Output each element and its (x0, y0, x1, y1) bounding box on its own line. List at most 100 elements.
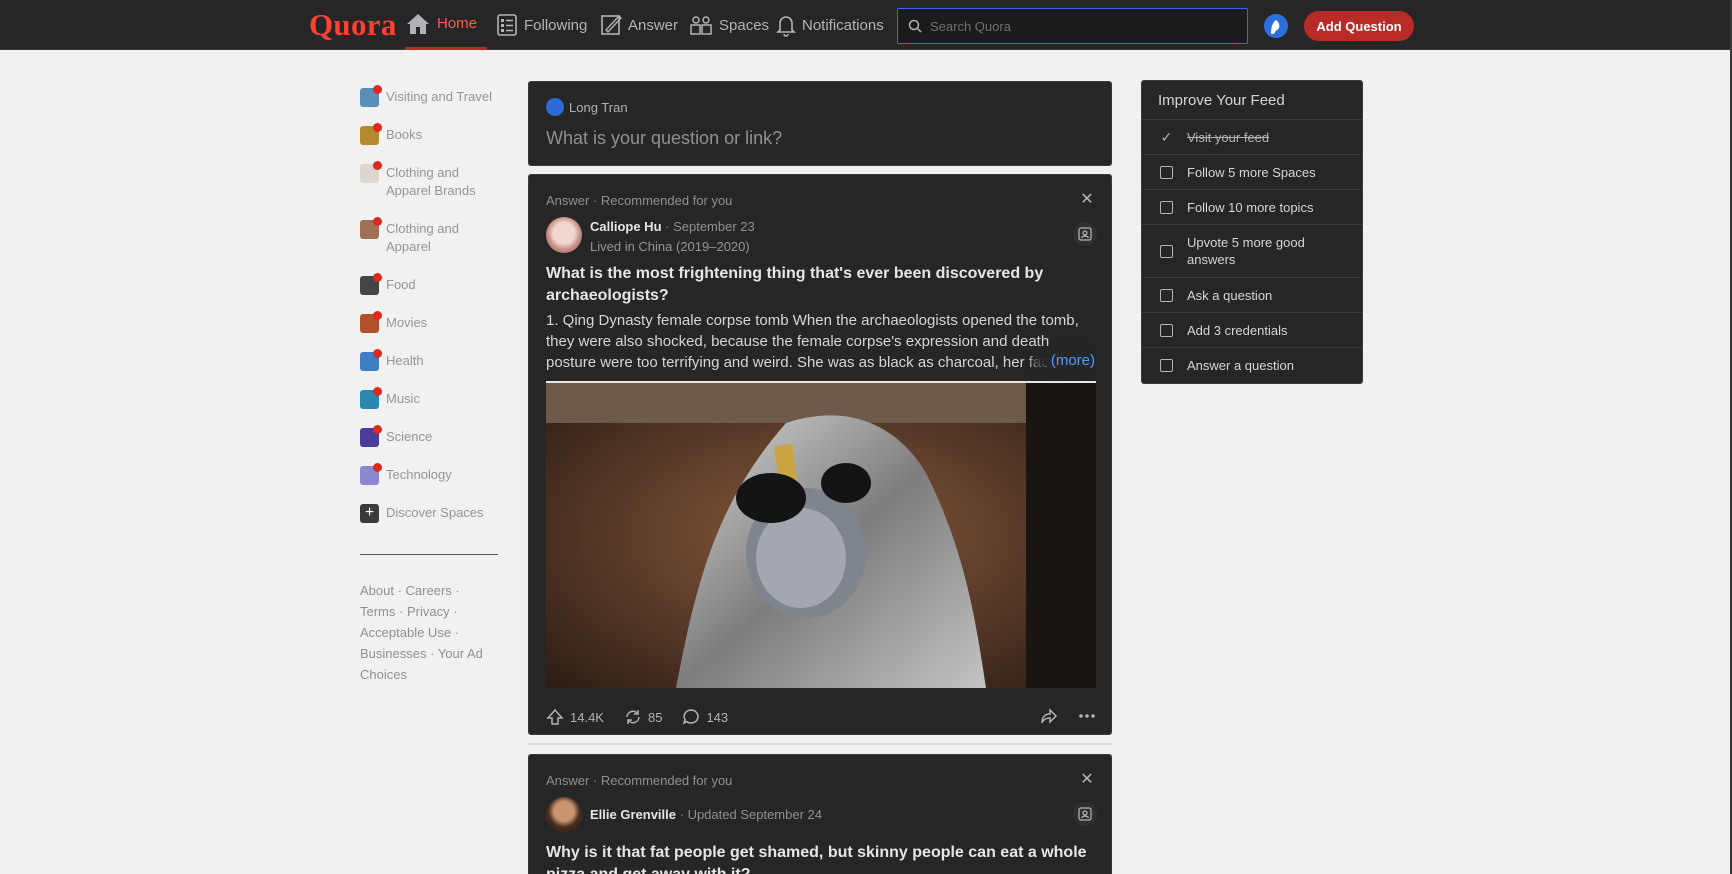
author-name[interactable]: Ellie Grenville (590, 807, 676, 822)
sidebar-item-label: Movies (386, 315, 428, 330)
nav-answer-label: Answer (628, 16, 679, 34)
sidebar-item-food[interactable]: Food (360, 273, 416, 295)
topic-books-icon (360, 123, 382, 145)
task-visit-feed[interactable]: ✓ Visit your feed (1142, 120, 1362, 155)
task-ask-question[interactable]: Ask a question (1142, 278, 1362, 313)
ask-prompt[interactable]: What is your question or link? (546, 128, 782, 149)
sidebar-item-label: Books (386, 127, 423, 142)
sidebar-item-label: Science (386, 429, 433, 444)
topic-music-icon (360, 387, 382, 409)
user-avatar[interactable] (1264, 14, 1288, 38)
nav-answer[interactable]: Answer (600, 0, 678, 50)
author-credential: Lived in China (2019–2020) (590, 239, 750, 254)
checkbox-icon (1160, 200, 1173, 214)
add-question-button[interactable]: Add Question (1304, 11, 1414, 41)
question-title[interactable]: Why is it that fat people get shamed, bu… (546, 842, 1096, 874)
more-link[interactable]: (more) (1046, 352, 1095, 369)
checkbox-icon (1160, 244, 1173, 258)
more-options-icon[interactable] (1078, 707, 1096, 725)
checkbox-icon (1160, 165, 1173, 179)
sidebar-item-label: Technology (386, 467, 452, 482)
answer-image[interactable] (546, 381, 1096, 688)
sidebar-item-clothing-brands[interactable]: Clothing and Apparel Brands (360, 161, 480, 200)
task-label: Follow 10 more topics (1187, 199, 1314, 215)
checkmark-icon: ✓ (1160, 128, 1173, 145)
task-label: Ask a question (1187, 287, 1273, 303)
nav-notifications[interactable]: Notifications (776, 0, 884, 50)
sidebar-item-movies[interactable]: Movies (360, 311, 428, 333)
search-box[interactable] (897, 8, 1248, 44)
sidebar-item-label: Food (386, 277, 416, 292)
author-name[interactable]: Calliope Hu (590, 219, 662, 234)
nav-spaces[interactable]: Spaces (689, 0, 769, 50)
plus-icon: + (360, 504, 379, 523)
search-icon (908, 19, 922, 33)
footer-links: About · Careers · Terms · Privacy · Acce… (360, 583, 483, 682)
checkbox-icon (1160, 288, 1173, 302)
sidebar-item-label: Clothing and Apparel Brands (386, 165, 476, 198)
answer-excerpt[interactable]: 1. Qing Dynasty female corpse tomb When … (546, 310, 1096, 373)
sidebar-item-clothing-apparel[interactable]: Clothing and Apparel (360, 217, 470, 256)
comment-button[interactable]: 143 (682, 708, 728, 726)
close-icon[interactable]: ✕ (1079, 772, 1095, 788)
upvote-count: 14.4K (570, 709, 604, 725)
checkbox-icon (1160, 323, 1173, 337)
improve-feed-title: Improve Your Feed (1142, 81, 1362, 120)
footer-link-about[interactable]: About (360, 583, 394, 598)
footer-link-acceptable-use[interactable]: Acceptable Use (360, 625, 451, 640)
nav-following[interactable]: Following (496, 0, 587, 50)
share-button[interactable]: 85 (624, 708, 662, 726)
follow-icon[interactable] (1073, 222, 1097, 246)
sidebar-divider (360, 554, 498, 555)
sidebar-item-label: Health (386, 353, 424, 368)
footer-link-terms[interactable]: Terms (360, 604, 395, 619)
top-nav-bar: Quora Home Following Answer Spaces Notif… (0, 0, 1732, 50)
task-follow-topics[interactable]: Follow 10 more topics (1142, 190, 1362, 225)
topic-technology-icon (360, 463, 382, 485)
task-answer-question[interactable]: Answer a question (1142, 348, 1362, 382)
question-title[interactable]: What is the most frightening thing that'… (546, 263, 1096, 307)
post-author: Ellie Grenville · Updated September 24 (546, 797, 822, 833)
author-avatar[interactable] (546, 797, 582, 833)
sidebar-item-books[interactable]: Books (360, 123, 423, 145)
topic-clothing-icon (360, 217, 382, 239)
task-label: Visit your feed (1187, 129, 1270, 145)
nav-home-label: Home (437, 15, 478, 32)
discover-spaces-link[interactable]: + Discover Spaces (360, 504, 484, 523)
search-input[interactable] (930, 18, 1210, 34)
task-follow-spaces[interactable]: Follow 5 more Spaces (1142, 155, 1362, 190)
task-add-credentials[interactable]: Add 3 credentials (1142, 313, 1362, 348)
sidebar-item-music[interactable]: Music (360, 387, 420, 409)
upvote-button[interactable]: 14.4K (546, 708, 604, 726)
footer-link-careers[interactable]: Careers (406, 583, 452, 598)
post-date: · Updated September 24 (679, 807, 822, 822)
ask-question-box[interactable]: Long Tran What is your question or link? (528, 81, 1112, 166)
author-avatar[interactable] (546, 217, 582, 253)
close-icon[interactable]: ✕ (1079, 192, 1095, 208)
task-label: Upvote 5 more good answers (1187, 235, 1305, 267)
follow-icon[interactable] (1073, 802, 1097, 826)
sidebar-item-health[interactable]: Health (360, 349, 424, 371)
nav-notifications-label: Notifications (802, 16, 884, 34)
post-author: Calliope Hu · September 23 Lived in Chin… (546, 217, 755, 257)
sidebar-item-science[interactable]: Science (360, 425, 433, 447)
quora-logo[interactable]: Quora (309, 7, 397, 43)
nav-home[interactable]: Home (405, 0, 487, 50)
home-icon (407, 13, 429, 34)
topic-health-icon (360, 349, 382, 371)
ask-user-name: Long Tran (569, 99, 628, 115)
spaces-icon (690, 16, 712, 35)
footer-link-businesses[interactable]: Businesses (360, 646, 426, 661)
sidebar-item-label: Visiting and Travel (386, 89, 492, 104)
task-label: Answer a question (1187, 357, 1294, 373)
forward-icon[interactable] (1040, 707, 1058, 725)
footer-link-privacy[interactable]: Privacy (407, 604, 450, 619)
sidebar-item-visiting-travel[interactable]: Visiting and Travel (360, 85, 492, 107)
checkbox-icon (1160, 358, 1173, 372)
sidebar-item-technology[interactable]: Technology (360, 463, 452, 485)
nav-spaces-label: Spaces (719, 16, 770, 34)
post-actions: 14.4K 85 143 (546, 707, 1096, 727)
avatar (546, 98, 564, 116)
share-count: 85 (647, 709, 663, 725)
task-upvote-answers[interactable]: Upvote 5 more good answers (1142, 225, 1362, 278)
